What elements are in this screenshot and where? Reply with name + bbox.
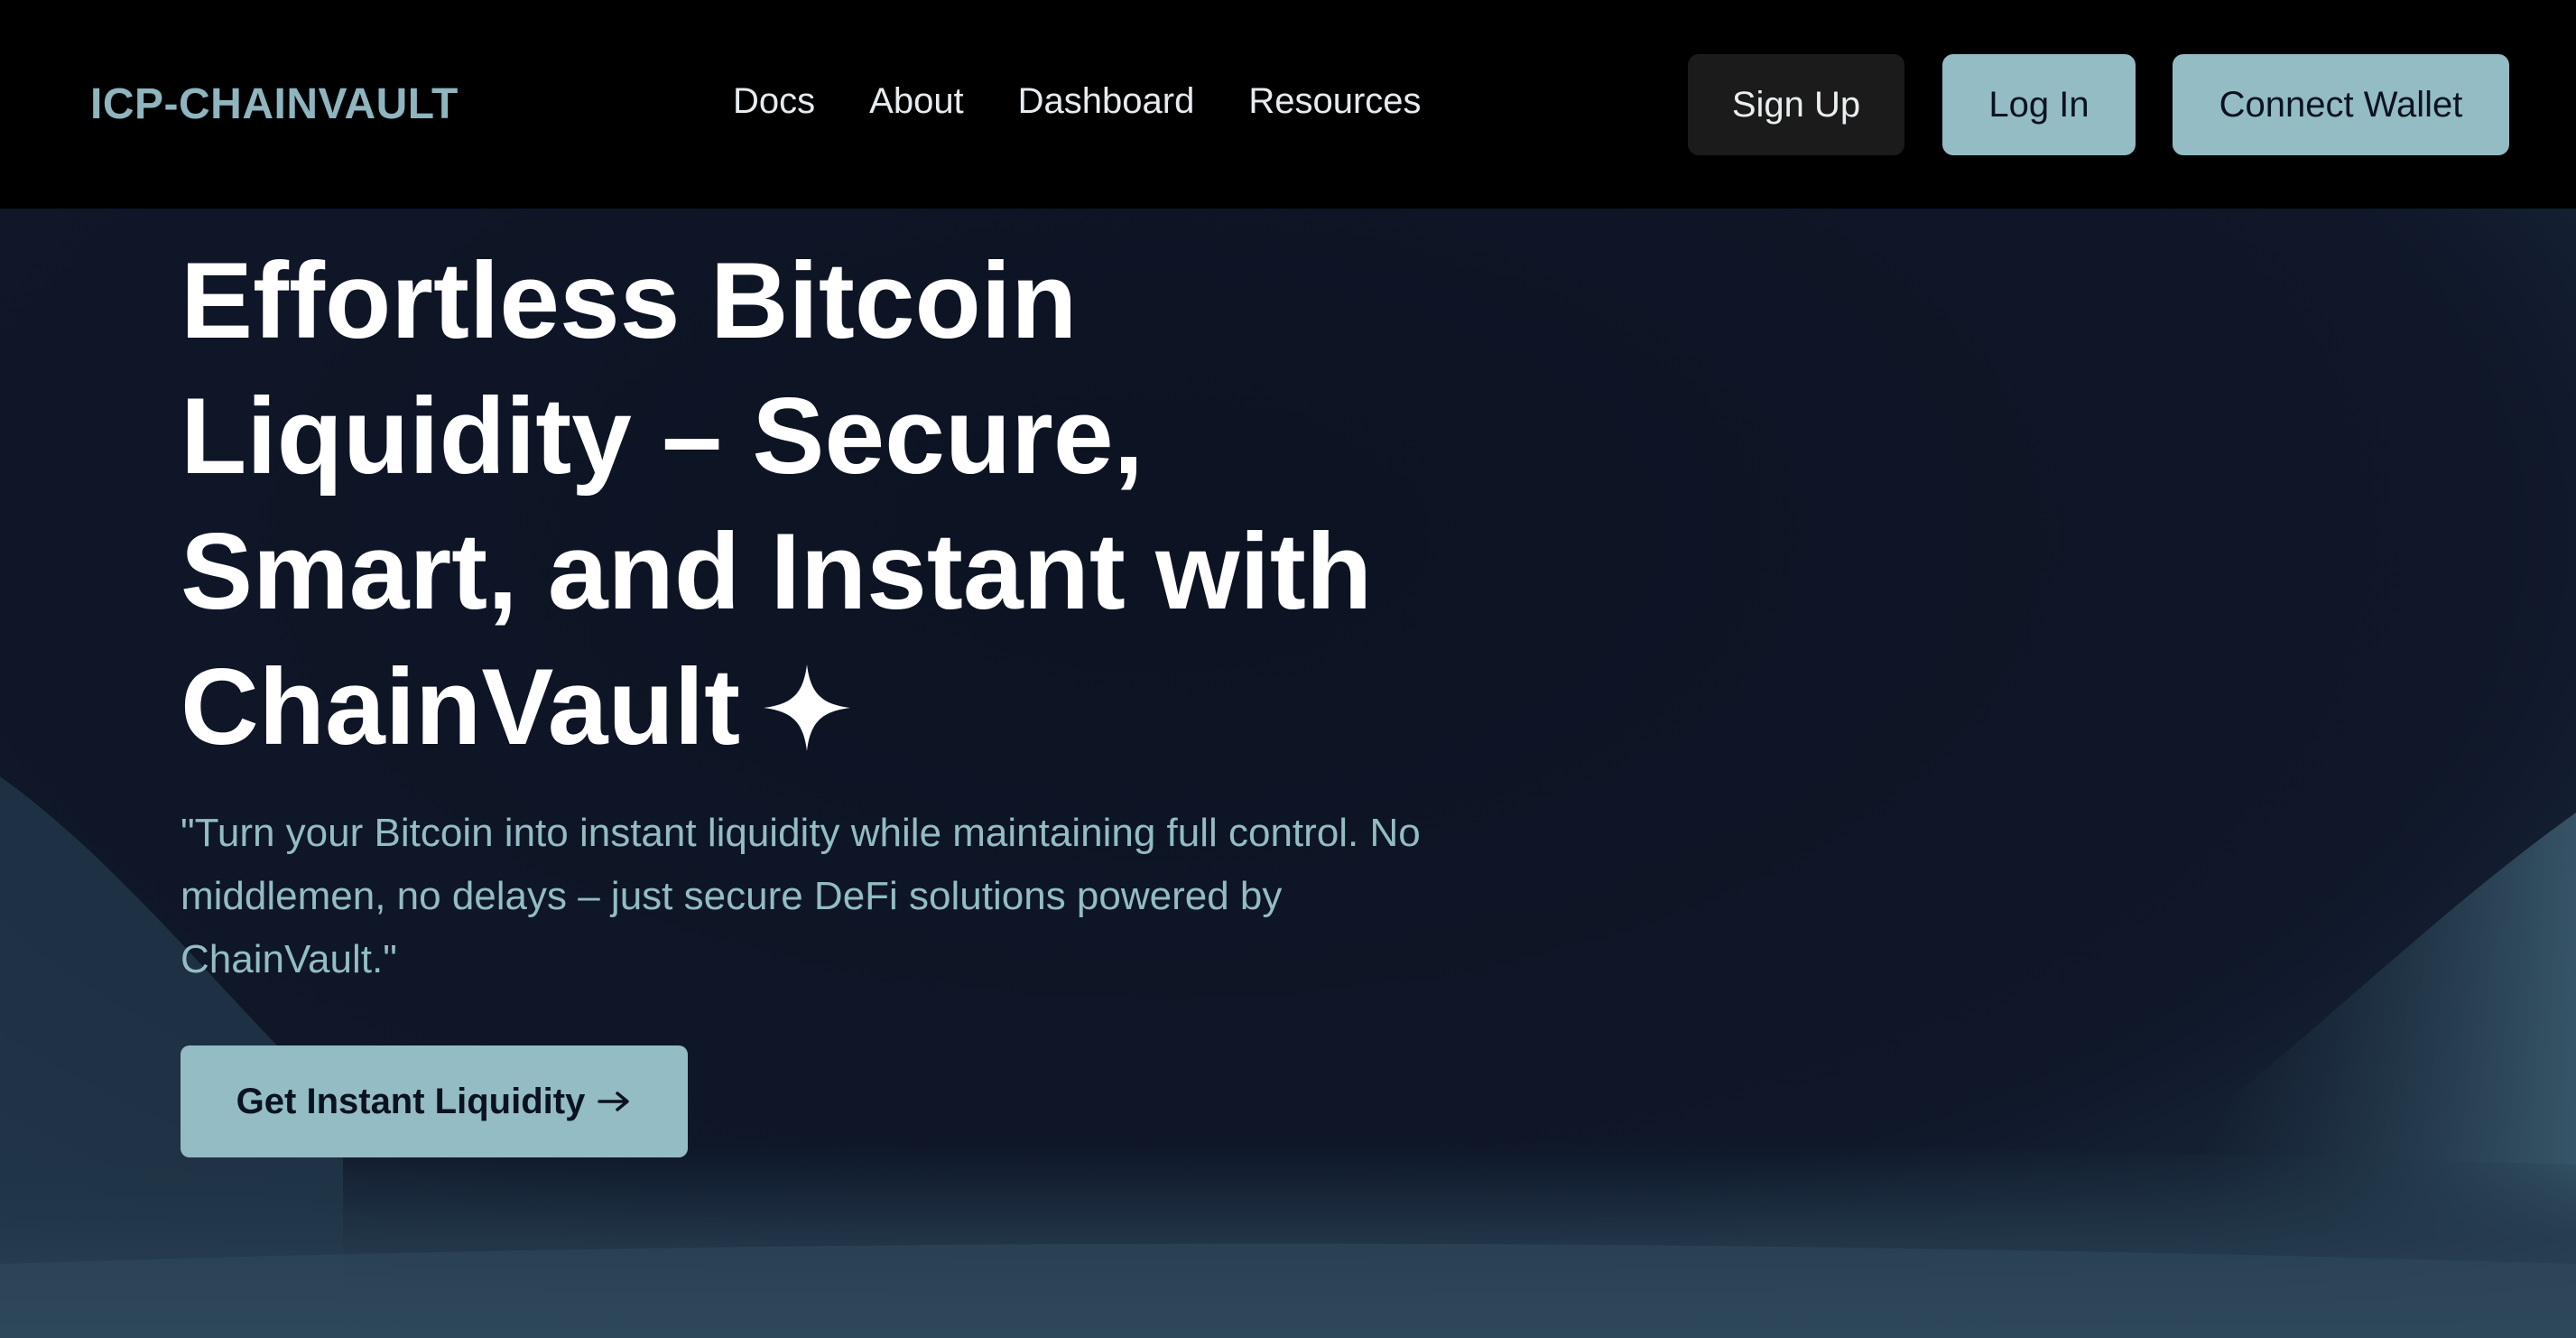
logo[interactable]: ICP-CHAINVAULT [90,79,459,129]
get-instant-liquidity-button[interactable]: Get Instant Liquidity [181,1045,688,1157]
nav-link-about[interactable]: About [869,81,964,122]
landing-page: ICP-CHAINVAULT Docs About Dashboard Reso… [0,0,2576,1338]
arrow-right-icon [598,1082,632,1122]
connect-wallet-button[interactable]: Connect Wallet [2173,54,2509,155]
hero-subtitle: "Turn your Bitcoin into instant liquidit… [181,811,1421,981]
top-navbar: ICP-CHAINVAULT Docs About Dashboard Reso… [0,0,2576,209]
nav-links: Docs About Dashboard Resources [733,81,1422,122]
nav-link-resources[interactable]: Resources [1248,81,1421,122]
nav-link-docs[interactable]: Docs [733,81,815,122]
sparkle-icon [762,648,852,784]
sign-up-button[interactable]: Sign Up [1688,54,1904,155]
log-in-button[interactable]: Log In [1942,54,2136,155]
nav-link-dashboard[interactable]: Dashboard [1018,81,1195,122]
hero-title: Effortless Bitcoin Liquidity – Secure, S… [181,233,1498,784]
cta-label: Get Instant Liquidity [236,1081,586,1121]
